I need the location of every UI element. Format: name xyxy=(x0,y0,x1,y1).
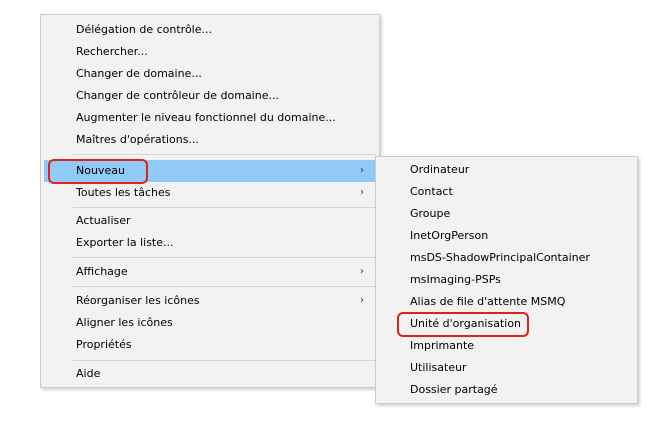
menu-item-delegation-controle[interactable]: Délégation de contrôle... xyxy=(44,19,376,41)
menu-item-label: Imprimante xyxy=(410,339,475,352)
context-menu: Délégation de contrôle... Rechercher... … xyxy=(40,14,380,388)
menu-item-changer-domaine[interactable]: Changer de domaine... xyxy=(44,63,376,85)
nouveau-submenu: Ordinateur Contact Groupe InetOrgPerson … xyxy=(375,156,638,404)
submenu-item-contact[interactable]: Contact xyxy=(379,181,634,203)
menu-item-label: msDS-ShadowPrincipalContainer xyxy=(410,251,590,264)
menu-item-maitres-operations[interactable]: Maîtres d'opérations... xyxy=(44,129,376,151)
menu-item-label: Contact xyxy=(410,185,453,198)
submenu-item-msimaging-psps[interactable]: msImaging-PSPs xyxy=(379,269,634,291)
menu-item-actualiser[interactable]: Actualiser xyxy=(44,210,376,232)
menu-item-label: Exporter la liste... xyxy=(76,236,174,249)
menu-item-changer-controleur[interactable]: Changer de contrôleur de domaine... xyxy=(44,85,376,107)
menu-item-label: Alias de file d'attente MSMQ xyxy=(410,295,566,308)
menu-item-label: Changer de domaine... xyxy=(76,67,202,80)
menu-item-rechercher[interactable]: Rechercher... xyxy=(44,41,376,63)
menu-item-reorganiser-icones[interactable]: Réorganiser les icônes › xyxy=(44,290,376,312)
menu-item-label: InetOrgPerson xyxy=(410,229,489,242)
menu-item-toutes-les-taches[interactable]: Toutes les tâches › xyxy=(44,182,376,204)
menu-item-label: Groupe xyxy=(410,207,451,220)
menu-item-aide[interactable]: Aide xyxy=(44,363,376,385)
submenu-item-inetorgperson[interactable]: InetOrgPerson xyxy=(379,225,634,247)
chevron-right-icon: › xyxy=(360,165,364,176)
menu-item-label: Actualiser xyxy=(76,214,131,227)
menu-item-label: Maîtres d'opérations... xyxy=(76,133,199,146)
menu-item-label: Réorganiser les icônes xyxy=(76,294,200,307)
menu-item-augmenter-niveau[interactable]: Augmenter le niveau fonctionnel du domai… xyxy=(44,107,376,129)
menu-separator xyxy=(73,360,375,361)
chevron-right-icon: › xyxy=(360,295,364,306)
submenu-item-ordinateur[interactable]: Ordinateur xyxy=(379,159,634,181)
callout-unite-organisation-highlight xyxy=(397,312,529,337)
menu-separator xyxy=(73,257,375,258)
submenu-item-utilisateur[interactable]: Utilisateur xyxy=(379,357,634,379)
menu-item-aligner-icones[interactable]: Aligner les icônes xyxy=(44,312,376,334)
menu-item-label: Affichage xyxy=(76,265,128,278)
menu-item-label: Propriétés xyxy=(76,338,132,351)
menu-item-label: Utilisateur xyxy=(410,361,467,374)
menu-separator xyxy=(73,286,375,287)
callout-nouveau-highlight xyxy=(48,159,148,184)
menu-item-label: Délégation de contrôle... xyxy=(76,23,212,36)
submenu-item-dossier-partage[interactable]: Dossier partagé xyxy=(379,379,634,401)
menu-item-proprietes[interactable]: Propriétés xyxy=(44,334,376,356)
menu-item-label: Rechercher... xyxy=(76,45,148,58)
chevron-right-icon: › xyxy=(360,266,364,277)
menu-item-label: Dossier partagé xyxy=(410,383,498,396)
chevron-right-icon: › xyxy=(360,187,364,198)
menu-item-affichage[interactable]: Affichage › xyxy=(44,261,376,283)
submenu-item-imprimante[interactable]: Imprimante xyxy=(379,335,634,357)
menu-item-label: Toutes les tâches xyxy=(76,186,171,199)
menu-item-label: Ordinateur xyxy=(410,163,470,176)
submenu-item-msds-shadowprincipalcontainer[interactable]: msDS-ShadowPrincipalContainer xyxy=(379,247,634,269)
menu-item-label: msImaging-PSPs xyxy=(410,273,501,286)
menu-item-label: Augmenter le niveau fonctionnel du domai… xyxy=(76,111,336,124)
submenu-item-groupe[interactable]: Groupe xyxy=(379,203,634,225)
menu-item-label: Changer de contrôleur de domaine... xyxy=(76,89,279,102)
menu-item-label: Aide xyxy=(76,367,101,380)
menu-separator xyxy=(73,207,375,208)
menu-separator xyxy=(73,154,375,155)
menu-item-exporter-liste[interactable]: Exporter la liste... xyxy=(44,232,376,254)
menu-item-label: Aligner les icônes xyxy=(76,316,173,329)
submenu-item-alias-msmq[interactable]: Alias de file d'attente MSMQ xyxy=(379,291,634,313)
